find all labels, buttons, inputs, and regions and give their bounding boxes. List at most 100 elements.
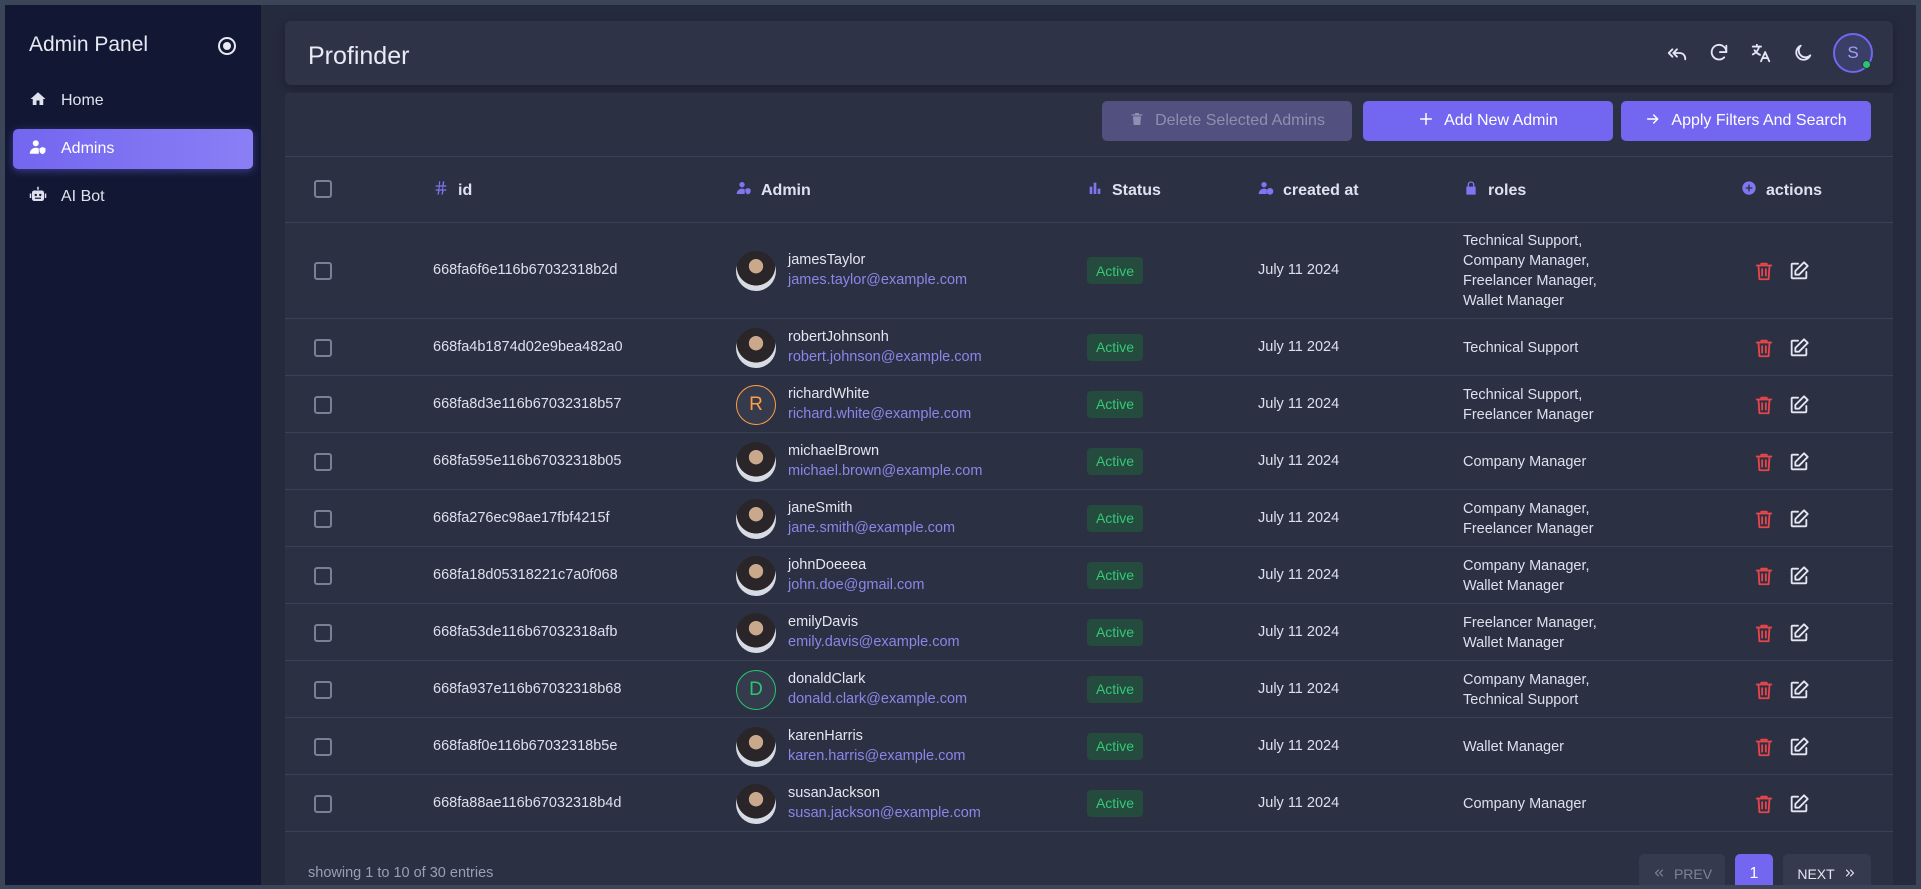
admin-id: 668fa4b1874d02e9bea482a0 (433, 338, 623, 355)
home-icon (29, 90, 47, 113)
sidebar-item-admins[interactable]: Admins (13, 129, 253, 169)
edit-icon[interactable] (1788, 260, 1810, 282)
edit-icon[interactable] (1788, 565, 1810, 587)
edit-icon[interactable] (1788, 337, 1810, 359)
admin-roles: Company Manager, Freelancer Manager (1463, 499, 1594, 539)
admin-email[interactable]: john.doe@gmail.com (788, 577, 924, 593)
admin-email[interactable]: james.taylor@example.com (788, 272, 967, 288)
row-checkbox[interactable] (314, 794, 332, 813)
row-checkbox[interactable] (314, 680, 332, 699)
row-checkbox[interactable] (314, 623, 332, 642)
admin-id: 668fa88ae116b67032318b4d (433, 794, 622, 811)
add-new-admin-button[interactable]: Add New Admin (1363, 101, 1613, 141)
column-label: created at (1283, 181, 1359, 199)
admin-username: emilyDavis (788, 613, 859, 630)
role-item: Technical Support, (1463, 233, 1583, 249)
role-item: Wallet Manager (1463, 634, 1565, 651)
delete-icon[interactable] (1753, 394, 1775, 416)
row-checkbox[interactable] (314, 737, 332, 756)
sidebar-item-home[interactable]: Home (13, 81, 253, 121)
admin-id: 668fa53de116b67032318afb (433, 623, 618, 640)
table-row: 668fa937e116b67032318b68 D donaldClark d… (285, 661, 1893, 718)
admin-email[interactable]: karen.harris@example.com (788, 748, 966, 764)
role-item: Company Manager, (1463, 671, 1590, 688)
apply-filters-button[interactable]: Apply Filters And Search (1621, 101, 1871, 141)
sidebar-item-ai-bot[interactable]: AI Bot (13, 177, 253, 217)
admin-id: 668fa276ec98ae17fbf4215f (433, 509, 610, 526)
toolbar: Delete Selected Admins Add New Admin App… (285, 93, 1893, 157)
admin-id: 668fa595e116b67032318b05 (433, 452, 622, 469)
admin-email[interactable]: michael.brown@example.com (788, 463, 982, 479)
delete-icon[interactable] (1753, 508, 1775, 530)
table-row: 668fa276ec98ae17fbf4215f janeSmith jane.… (285, 490, 1893, 547)
refresh-icon[interactable] (1707, 41, 1731, 65)
robot-icon (29, 186, 47, 209)
admin-email[interactable]: emily.davis@example.com (788, 634, 960, 650)
next-page-button[interactable]: NEXT (1783, 854, 1871, 885)
status-badge: Active (1087, 504, 1143, 532)
admin-email[interactable]: susan.jackson@example.com (788, 805, 981, 821)
delete-icon[interactable] (1753, 736, 1775, 758)
admin-email[interactable]: robert.johnson@example.com (788, 349, 982, 365)
delete-icon[interactable] (1753, 622, 1775, 644)
plus-circle-icon (1741, 180, 1757, 201)
sidebar: Admin Panel Home Admins AI Bot (5, 5, 261, 885)
table-row: 668fa53de116b67032318afb emilyDavis emil… (285, 604, 1893, 661)
edit-icon[interactable] (1788, 451, 1810, 473)
admin-avatar (736, 327, 776, 368)
delete-icon[interactable] (1753, 793, 1775, 815)
page-number-button[interactable]: 1 (1735, 854, 1773, 885)
admin-email[interactable]: richard.white@example.com (788, 406, 971, 422)
column-header-status[interactable]: Status (1087, 180, 1161, 201)
column-label: id (458, 181, 473, 199)
user-avatar[interactable]: S (1833, 33, 1873, 73)
column-header-created-at[interactable]: created at (1258, 180, 1359, 201)
edit-icon[interactable] (1788, 622, 1810, 644)
column-header-admin[interactable]: Admin (736, 180, 811, 201)
row-checkbox[interactable] (314, 395, 332, 414)
status-badge: Active (1087, 618, 1143, 646)
row-checkbox[interactable] (314, 566, 332, 585)
delete-selected-button[interactable]: Delete Selected Admins (1102, 101, 1352, 141)
sidebar-item-label: Home (61, 92, 104, 109)
column-header-id[interactable]: id (433, 180, 472, 201)
delete-icon[interactable] (1753, 565, 1775, 587)
admin-id: 668fa937e116b67032318b68 (433, 680, 622, 697)
sidebar-toggle-icon[interactable] (218, 37, 236, 55)
arrow-right-icon (1645, 111, 1661, 132)
edit-icon[interactable] (1788, 508, 1810, 530)
column-header-roles[interactable]: roles (1463, 180, 1526, 201)
reply-all-icon[interactable] (1665, 41, 1689, 65)
row-checkbox[interactable] (314, 452, 332, 471)
admin-email[interactable]: jane.smith@example.com (788, 520, 955, 536)
table-row: 668fa8f0e116b67032318b5e karenHarris kar… (285, 718, 1893, 775)
chevrons-left-icon (1652, 866, 1666, 883)
delete-icon[interactable] (1753, 337, 1775, 359)
delete-icon[interactable] (1753, 260, 1775, 282)
table-row: 668fa595e116b67032318b05 michaelBrown mi… (285, 433, 1893, 490)
prev-page-button[interactable]: PREV (1639, 854, 1725, 885)
edit-icon[interactable] (1788, 679, 1810, 701)
delete-icon[interactable] (1753, 679, 1775, 701)
row-checkbox[interactable] (314, 509, 332, 528)
row-checkbox[interactable] (314, 262, 332, 280)
row-checkbox[interactable] (314, 338, 332, 357)
admin-username: johnDoeeea (788, 556, 867, 573)
prev-label: PREV (1673, 866, 1713, 882)
role-item: Company Manager, (1463, 253, 1590, 269)
pagination-summary: showing 1 to 10 of 30 entries (308, 865, 494, 881)
status-badge: Active (1087, 789, 1143, 817)
edit-icon[interactable] (1788, 793, 1810, 815)
select-all-checkbox[interactable] (314, 180, 332, 198)
admin-email[interactable]: donald.clark@example.com (788, 691, 967, 707)
edit-icon[interactable] (1788, 736, 1810, 758)
user-shield-icon (29, 138, 47, 161)
delete-icon[interactable] (1753, 451, 1775, 473)
edit-icon[interactable] (1788, 394, 1810, 416)
moon-icon[interactable] (1791, 41, 1815, 65)
admin-roles: Freelancer Manager, Wallet Manager (1463, 613, 1597, 653)
admin-roles: Wallet Manager (1463, 737, 1564, 757)
admin-id: 668fa18d05318221c7a0f068 (433, 566, 618, 583)
translate-icon[interactable] (1749, 41, 1773, 65)
admin-roles: Technical Support, Company Manager, Freela… (1463, 231, 1597, 311)
